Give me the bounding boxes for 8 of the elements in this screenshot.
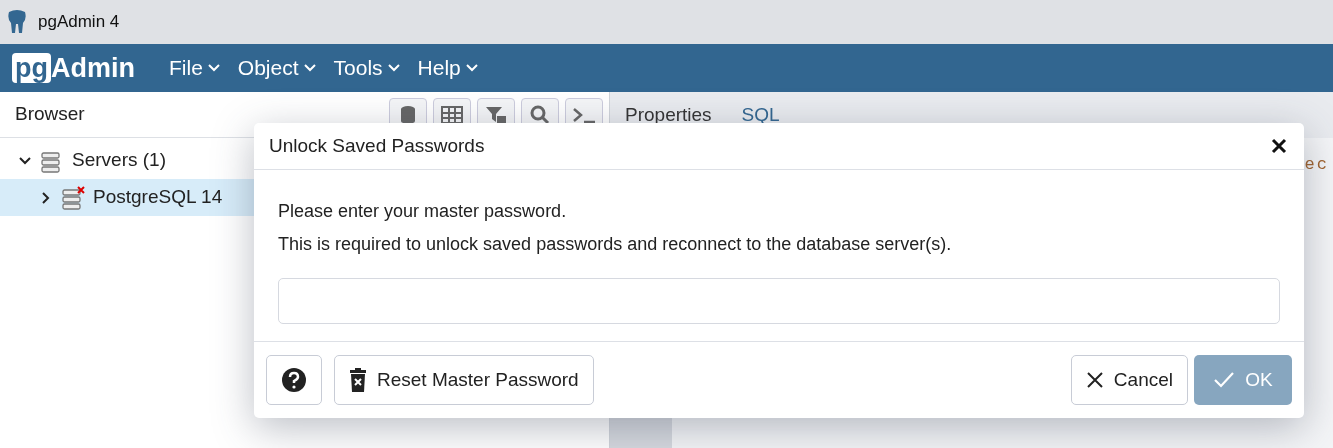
panel-title: Browser bbox=[15, 102, 85, 127]
logo-text: Admin bbox=[51, 53, 135, 83]
logo-mark: pg bbox=[12, 53, 51, 83]
window-title: pgAdmin 4 bbox=[38, 11, 120, 34]
message-text: Please enter your master password. bbox=[278, 200, 568, 223]
code-text: ec bbox=[1304, 154, 1329, 176]
dialog-title: Unlock Saved Passwords bbox=[269, 133, 485, 158]
message-text: This is required to unlock saved passwords and reconnect to the database server(s). bbox=[278, 233, 953, 256]
